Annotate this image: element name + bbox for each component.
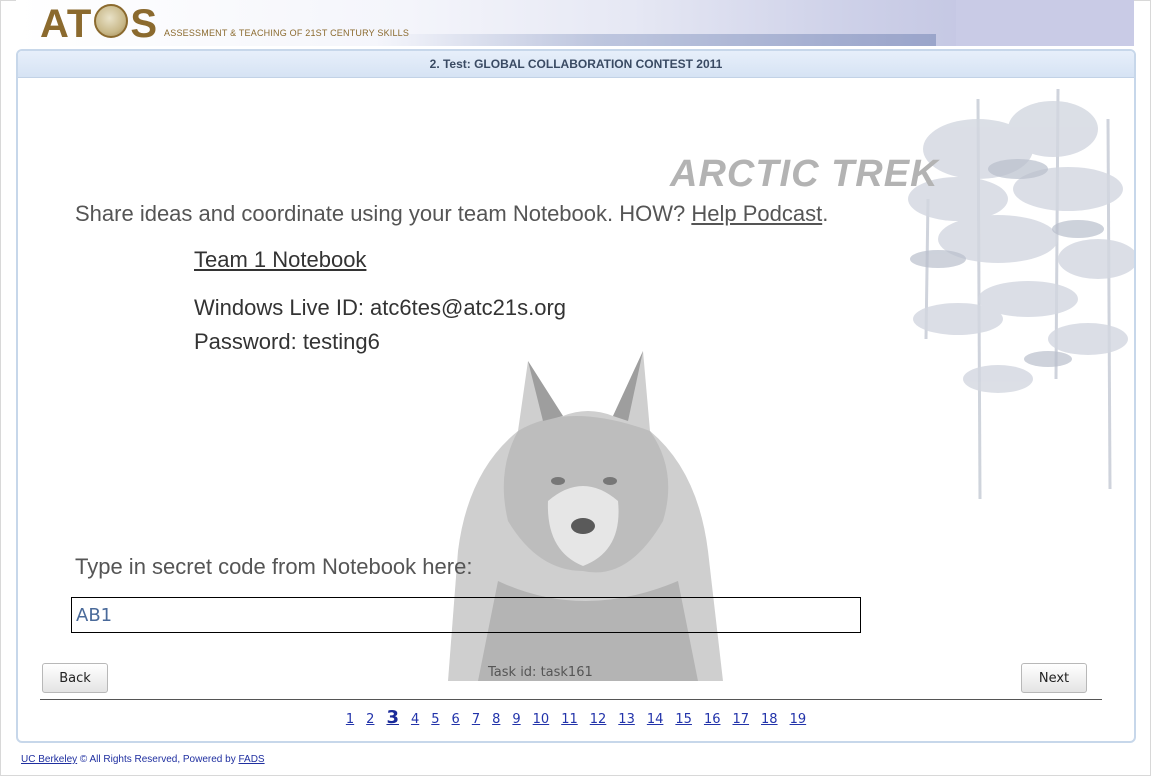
task-id-text: Task id: task161 (488, 665, 593, 680)
page-link-18[interactable]: 18 (761, 712, 778, 727)
page-link-2[interactable]: 2 (366, 712, 374, 727)
atc21s-logo: AT S ASSESSMENT & TEACHING OF 21ST CENTUR… (40, 2, 410, 46)
banner-band (376, 34, 936, 46)
banner-stripe (956, 0, 1134, 46)
windows-live-id-text: Windows Live ID: atc6tes@atc21s.org (194, 295, 567, 320)
task-panel: 2. Test: GLOBAL COLLABORATION CONTEST 20… (16, 49, 1136, 743)
page-link-7[interactable]: 7 (472, 712, 480, 727)
page-link-17[interactable]: 17 (732, 712, 749, 727)
footer: UC Berkeley © All Rights Reserved, Power… (21, 754, 265, 765)
panel-title-bar: 2. Test: GLOBAL COLLABORATION CONTEST 20… (18, 51, 1134, 78)
page-link-6[interactable]: 6 (452, 712, 460, 727)
page-link-10[interactable]: 10 (533, 712, 550, 727)
page-link-8[interactable]: 8 (492, 712, 500, 727)
trees-background-illustration (908, 88, 1134, 500)
logo-text: AT S (40, 2, 159, 46)
logo-subtitle: ASSESSMENT & TEACHING OF 21ST CENTURY SK… (164, 28, 410, 38)
next-button[interactable]: Next (1021, 663, 1087, 693)
password-text: Password: testing6 (194, 329, 380, 354)
page-link-19[interactable]: 19 (790, 712, 807, 727)
page-link-3[interactable]: 3 (386, 707, 399, 728)
page-navigation: 1 2 3 4 5 6 7 8 9 10 11 12 13 14 15 16 17 18 19 (18, 707, 1134, 728)
page-link-5[interactable]: 5 (431, 712, 439, 727)
divider (40, 699, 1102, 700)
page-link-12[interactable]: 12 (590, 712, 607, 727)
instruction-text: Share ideas and coordinate using your te… (75, 201, 829, 226)
page-link-1[interactable]: 1 (346, 712, 354, 727)
back-button[interactable]: Back (42, 663, 108, 693)
page-link-14[interactable]: 14 (647, 712, 664, 727)
secret-code-input[interactable] (71, 597, 861, 633)
uc-berkeley-link[interactable]: UC Berkeley (21, 754, 77, 765)
page-link-13[interactable]: 13 (618, 712, 635, 727)
page-link-15[interactable]: 15 (675, 712, 692, 727)
page-link-16[interactable]: 16 (704, 712, 721, 727)
page-link-4[interactable]: 4 (411, 712, 419, 727)
page-link-11[interactable]: 11 (561, 712, 578, 727)
panel-title: 2. Test: GLOBAL COLLABORATION CONTEST 20… (429, 57, 723, 71)
logo-globe-icon (94, 4, 129, 38)
team-notebook-link[interactable]: Team 1 Notebook (194, 247, 366, 273)
arctic-trek-title: ARCTIC TREK (670, 153, 939, 195)
secret-code-label: Type in secret code from Notebook here: (75, 554, 473, 579)
fads-link[interactable]: FADS (238, 754, 264, 765)
header-banner: AT S ASSESSMENT & TEACHING OF 21ST CENTUR… (16, 0, 1134, 46)
footer-rights-text: © All Rights Reserved, Powered by (77, 754, 239, 765)
help-podcast-link[interactable]: Help Podcast (691, 201, 822, 226)
page-link-9[interactable]: 9 (512, 712, 520, 727)
